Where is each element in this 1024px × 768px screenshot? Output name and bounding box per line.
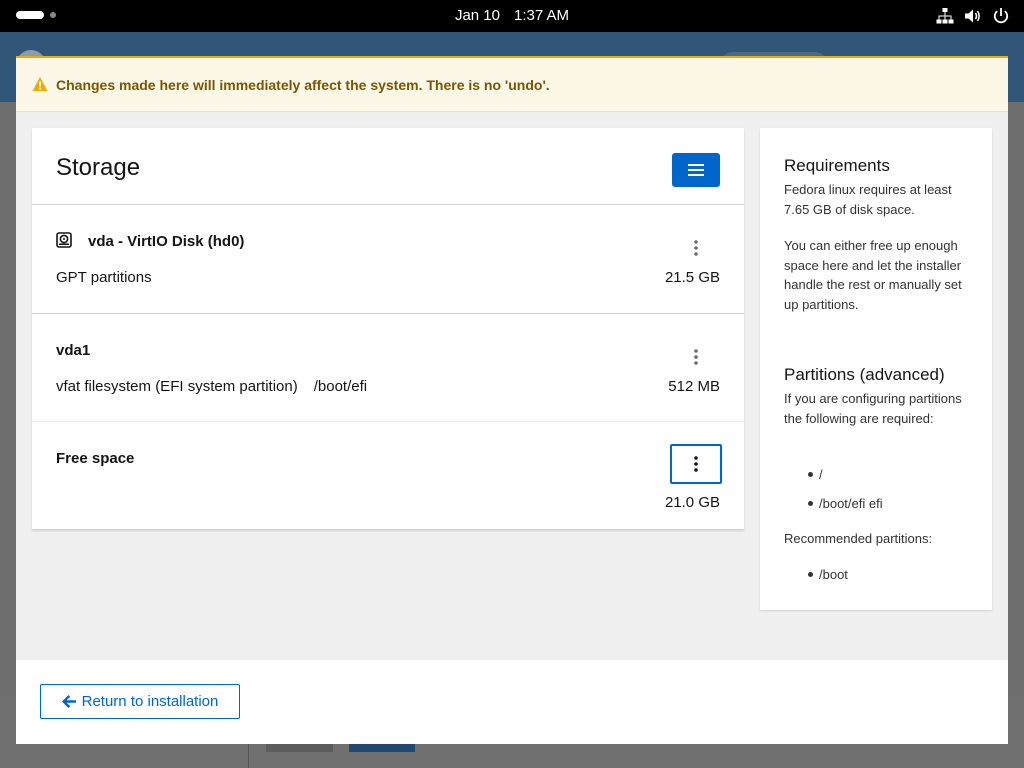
partition-name: vda1 (56, 342, 91, 359)
required-partition-boot-efi: /boot/efi efi (808, 494, 883, 523)
storage-dialog: Changes made here will immediately affec… (16, 56, 1008, 744)
partition-description: vfat filesystem (EFI system partition) /b… (56, 378, 367, 395)
recommended-partitions-list: /boot (808, 565, 848, 594)
partition-mount-point: /boot/efi (313, 378, 368, 395)
page-title: Storage (56, 154, 141, 181)
clock-date: Jan 10 (454, 7, 500, 24)
return-to-installation-button[interactable]: Return to installation (40, 684, 240, 719)
requirements-card: Requirements Fedora linux requires at le… (760, 128, 992, 610)
kebab-icon (694, 240, 698, 256)
disk-size: 21.5 GB (664, 269, 720, 286)
required-partition-root: / (808, 465, 883, 494)
requirements-text: Fedora linux requires at least 7.65 GB o… (784, 182, 952, 217)
partition-size: 512 MB (668, 378, 720, 395)
advanced-title: Partitions (advanced) (784, 365, 945, 384)
dialog-footer: Return to installation (16, 660, 1008, 744)
free-space-label: Free space (56, 450, 135, 467)
partition-filesystem: vfat filesystem (EFI system partition) (56, 378, 298, 395)
kebab-icon (694, 349, 698, 365)
network-icon[interactable] (936, 7, 954, 25)
recommended-partition-boot: /boot (808, 565, 848, 594)
clock[interactable]: Jan 10 1:37 AM (0, 0, 1024, 32)
volume-icon[interactable] (964, 7, 982, 25)
clock-time: 1:37 AM (514, 7, 570, 24)
warning-text: Changes made here will immediately affec… (56, 77, 550, 93)
free-space-row: Free space 21.0 GB (32, 422, 744, 530)
menu-icon (688, 164, 704, 176)
disk-row: vda - VirtIO Disk (hd0) GPT partitions 2… (32, 205, 744, 314)
recommended-label: Recommended partitions: (784, 531, 933, 546)
partition-actions-button[interactable] (680, 344, 712, 370)
advanced-text: If you are configuring partitions the fo… (784, 391, 962, 426)
storage-menu-button[interactable] (672, 153, 720, 187)
kebab-icon (694, 456, 698, 472)
top-bar: Jan 10 1:37 AM (0, 0, 1024, 32)
disk-title: vda - VirtIO Disk (hd0) (88, 233, 245, 250)
arrow-left-icon (61, 695, 76, 708)
free-space-size: 21.0 GB (664, 494, 720, 511)
requirements-hint: You can either free up enough space here… (784, 238, 962, 312)
warning-alert: Changes made here will immediately affec… (16, 56, 1008, 112)
partition-row: vda1 vfat filesystem (EFI system partiti… (32, 314, 744, 422)
free-space-actions-button[interactable] (670, 444, 722, 484)
return-to-installation-label: Return to installation (81, 693, 219, 710)
warning-icon (32, 76, 48, 92)
required-partitions-list: / /boot/efi efi (808, 465, 883, 523)
disk-icon (56, 232, 72, 248)
disk-actions-button[interactable] (680, 235, 712, 261)
requirements-title: Requirements (784, 156, 890, 175)
system-tray[interactable] (936, 7, 1010, 25)
disk-description: GPT partitions (56, 269, 152, 286)
storage-card-header: Storage (32, 128, 744, 205)
storage-card: Storage vda - VirtIO Disk (hd0) GPT part… (32, 128, 744, 530)
power-icon[interactable] (992, 7, 1010, 25)
